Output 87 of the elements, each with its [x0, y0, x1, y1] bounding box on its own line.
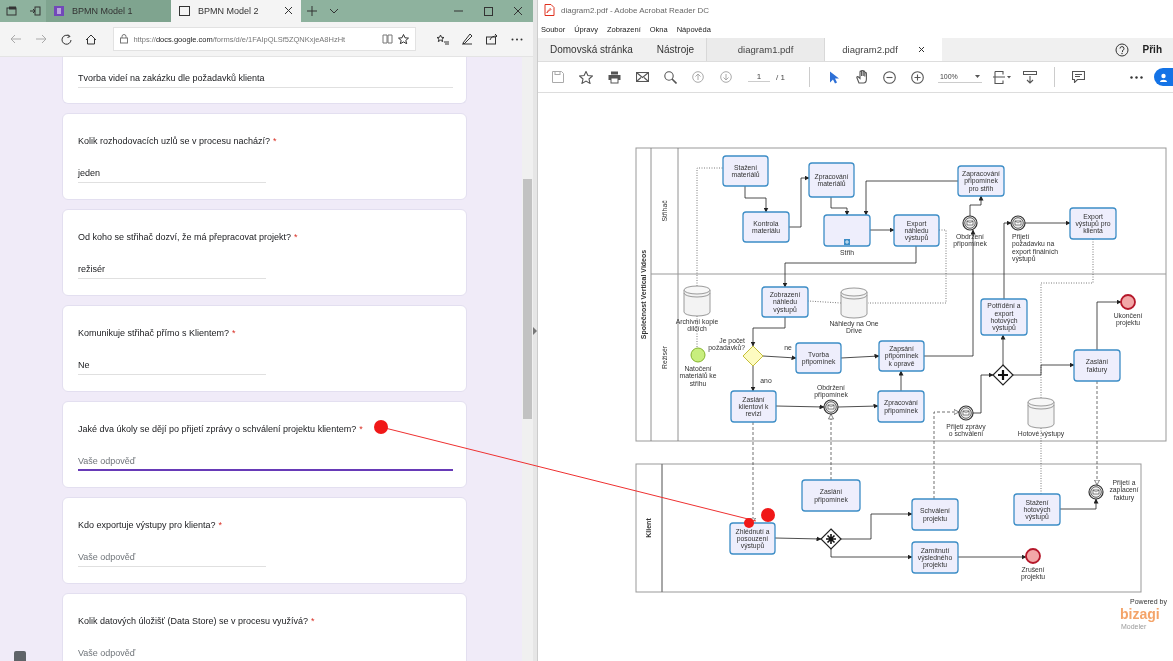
refresh-icon[interactable] [60, 33, 72, 45]
caret-icon [974, 75, 980, 78]
required-mark: * [294, 232, 298, 242]
share-icon[interactable] [485, 33, 498, 45]
logo-text: bizagi [1120, 606, 1160, 622]
question-text: Jaké dva úkoly se dějí po přijetí zprávy o schválení projektu klientem? [78, 424, 357, 434]
answer-field[interactable]: jeden [78, 164, 266, 183]
page-icon [179, 6, 190, 16]
pdf-icon [544, 4, 555, 16]
complex-gateway-icon [820, 528, 842, 550]
message-event-icon [823, 399, 839, 415]
nav-tab[interactable]: Nástroje [644, 38, 707, 61]
required-mark: * [311, 616, 315, 626]
parallel-gateway-icon [992, 364, 1014, 386]
data-store-icon [683, 285, 711, 317]
required-mark: * [359, 424, 363, 434]
required-mark: * [218, 520, 223, 530]
data-store-icon [1027, 397, 1055, 429]
fit-page-icon[interactable] [992, 70, 1011, 84]
zoom-in-icon[interactable] [911, 70, 925, 84]
help-icon[interactable] [1114, 42, 1129, 57]
favorites-icon[interactable] [435, 33, 449, 45]
browser-tab[interactable]: BPMN Model 2 [171, 0, 301, 22]
question-text: Od koho se střihač dozví, že má přepracovat projekt? [78, 232, 292, 242]
page-number-field[interactable]: 1 [748, 72, 770, 82]
pen-icon[interactable] [460, 33, 473, 45]
home-icon[interactable] [85, 33, 97, 45]
close-icon[interactable] [284, 5, 293, 15]
marker-dot [374, 420, 388, 434]
plus-icon[interactable] [307, 6, 317, 16]
close-icon[interactable] [917, 46, 925, 53]
document-tab[interactable]: diagram1.pdf [706, 38, 825, 61]
arrow-icon[interactable] [533, 326, 537, 335]
marker-dot [744, 518, 754, 528]
nav-tab[interactable]: Domovská stránka [538, 38, 645, 61]
message-event-icon [962, 215, 978, 231]
required-mark: * [232, 328, 236, 338]
star-icon[interactable] [579, 70, 593, 84]
answer-field[interactable]: Vaše odpověď [78, 452, 453, 471]
sign-in-link[interactable]: Přih [1136, 38, 1173, 61]
question-text: Kolik datových úložišť (Data Store) se v procesu využívá? [78, 616, 308, 626]
scroll-mode-icon[interactable] [1022, 70, 1037, 84]
marker-dot [761, 508, 775, 522]
mail-icon[interactable] [635, 72, 649, 82]
comment-icon[interactable] [1072, 71, 1086, 83]
reading-view-icon[interactable] [381, 34, 393, 44]
browser-tab[interactable]: BPMN Model 1 [46, 0, 171, 22]
message-event-icon [1010, 215, 1026, 231]
question-text: Kolik rozhodovacích uzlů se v procesu nachází? [78, 136, 271, 146]
end-event-icon [1025, 548, 1041, 564]
lock-icon [120, 34, 129, 44]
search-icon[interactable] [663, 70, 677, 84]
required-mark: * [273, 136, 277, 146]
answer-field[interactable]: Vaše odpověď [78, 548, 266, 567]
document-tab[interactable]: diagram2.pdf [824, 38, 943, 61]
end-event-icon [1120, 294, 1136, 310]
tab-aside-icon[interactable] [28, 6, 41, 16]
scrollbar[interactable] [522, 57, 533, 661]
data-store-icon [840, 287, 868, 319]
question-text: Kdo exportuje výstupy pro klienta? [78, 520, 216, 530]
hand-icon[interactable] [855, 70, 868, 84]
subprocess-box [823, 214, 871, 247]
answer-field[interactable]: Ne [78, 356, 266, 375]
person-icon [1160, 72, 1167, 82]
pointer-icon[interactable] [828, 70, 839, 84]
answer-field[interactable]: Vaše odpověď [78, 644, 266, 661]
page-count: / 1 [776, 72, 785, 82]
answer-field[interactable]: Tvorba videí na zakázku dle požadavků klienta [78, 69, 453, 88]
zoom-out-icon[interactable] [883, 70, 897, 84]
start-event-icon [690, 347, 706, 363]
chevron-down-icon[interactable] [329, 8, 339, 14]
more-icon[interactable] [1130, 75, 1144, 79]
answer-field[interactable]: režisér [78, 260, 266, 279]
scrollbar-thumb[interactable] [523, 179, 532, 419]
maximize-icon[interactable] [483, 6, 493, 16]
close-icon[interactable] [513, 6, 523, 16]
forms-icon [54, 6, 64, 16]
more-icon[interactable] [510, 37, 523, 41]
message-event-icon [1088, 484, 1104, 500]
tabs-icon[interactable] [6, 6, 17, 16]
association-line [807, 300, 842, 304]
print-icon[interactable] [607, 70, 621, 84]
question-text: Komunikuje střihač přímo s Klientem? [78, 328, 230, 338]
favorite-star-icon[interactable] [397, 34, 409, 44]
share-button[interactable] [1154, 68, 1173, 86]
message-event-icon [958, 405, 974, 421]
window-title: diagram2.pdf - Adobe Acrobat Reader DC [561, 5, 710, 15]
